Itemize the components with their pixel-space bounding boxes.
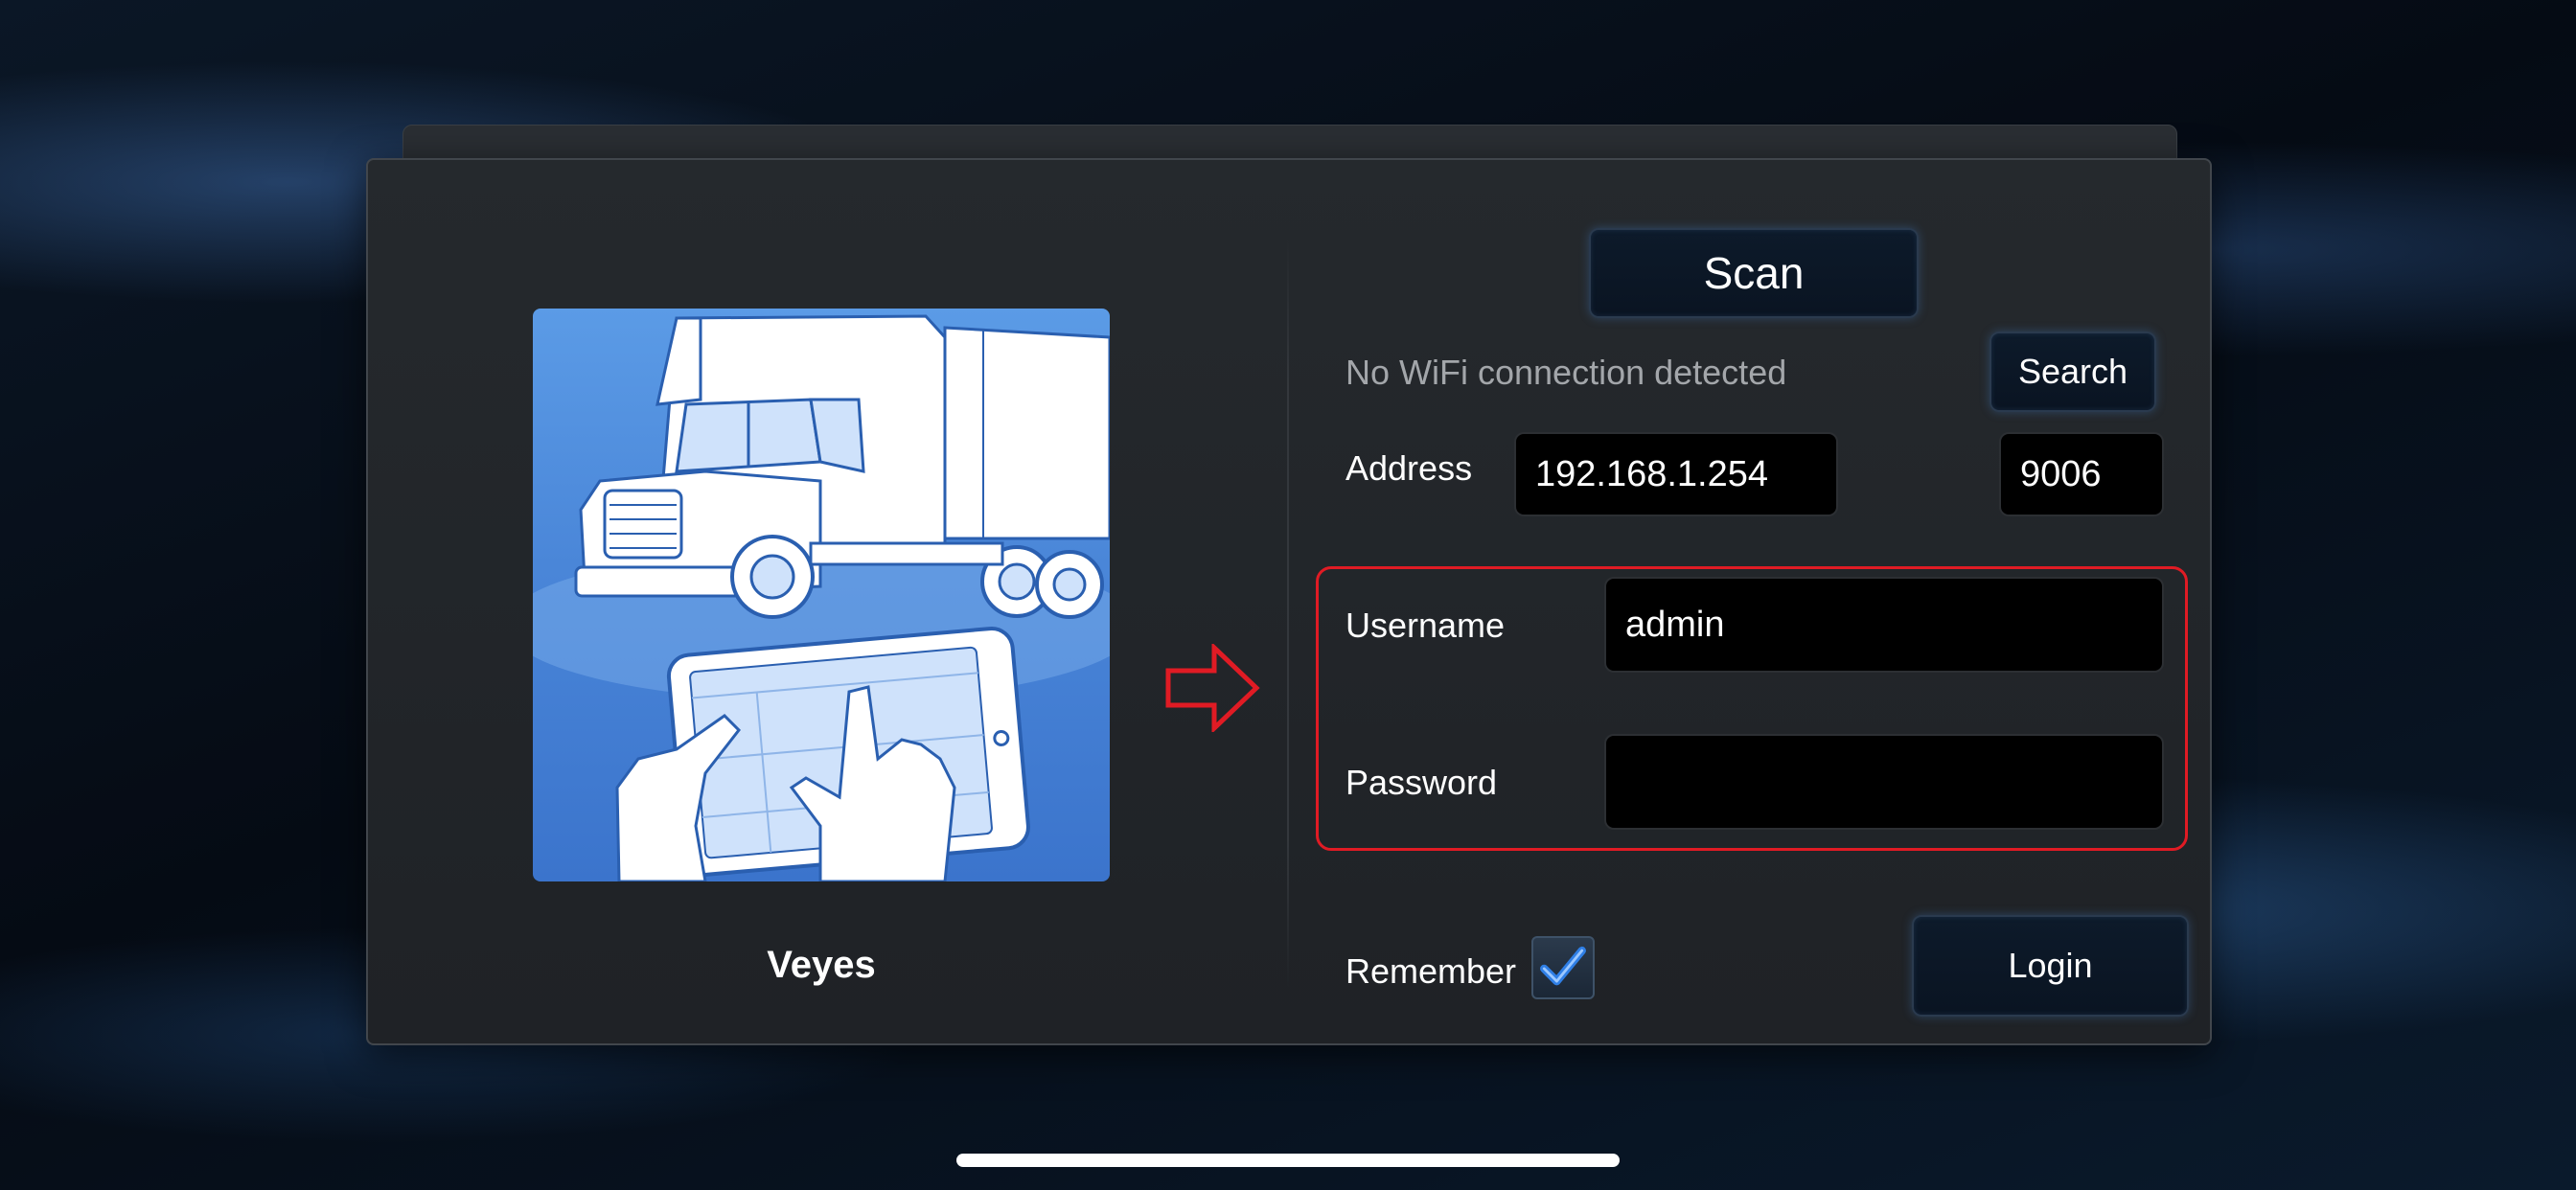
remember-label: Remember [1346,951,1517,991]
remember-checkbox[interactable] [1531,936,1595,999]
checkmark-icon [1540,946,1586,986]
username-label: Username [1346,606,1506,645]
address-label: Address [1346,448,1473,488]
panel-divider [1287,240,1289,987]
password-field[interactable] [1604,734,2164,830]
wifi-status-text: No WiFi connection detected [1346,353,1787,392]
arrow-right-icon [1165,644,1260,732]
address-field[interactable] [1514,432,1838,516]
username-field[interactable] [1604,577,2164,673]
search-button[interactable]: Search [1990,332,2156,412]
app-image [533,309,1110,881]
app-name: Veyes [767,944,876,986]
home-indicator[interactable] [956,1154,1620,1167]
truck-tablet-illustration-icon [533,314,1110,881]
scan-button[interactable]: Scan [1589,228,1919,318]
port-field[interactable] [1999,432,2164,516]
login-button[interactable]: Login [1912,915,2189,1017]
password-label: Password [1346,763,1498,802]
